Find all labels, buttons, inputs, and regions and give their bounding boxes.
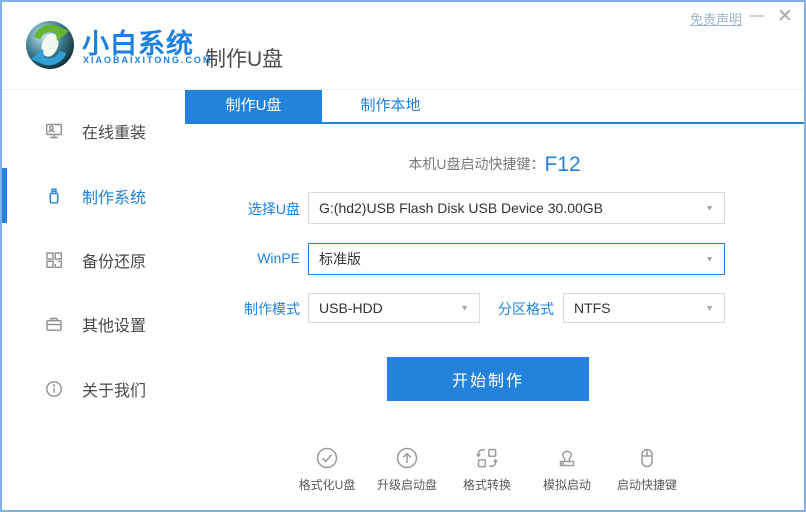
chevron-down-icon: ▼ [705, 254, 714, 264]
tool-simulate-boot[interactable]: 模拟启动 [531, 445, 603, 493]
usb-select-label: 选择U盘 [247, 201, 300, 217]
chevron-down-icon: ▼ [705, 203, 714, 213]
tool-label: 升级启动盘 [376, 478, 437, 492]
winpe-select-value: 标准版 [319, 251, 361, 267]
minimize-button[interactable]: — [749, 4, 764, 28]
start-make-button[interactable]: 开始制作 [387, 357, 589, 401]
tab-make-usb[interactable]: 制作U盘 [185, 90, 322, 122]
boot-hotkey-line: 本机U盘启动快捷键：F12 [185, 153, 804, 177]
brand-logo-icon [24, 19, 76, 71]
tool-upgrade-bootdisk[interactable]: 升级启动盘 [371, 445, 443, 493]
sidebar-item-label: 关于我们 [82, 383, 147, 400]
sidebar-item-label: 备份还原 [82, 254, 147, 271]
sidebar-item-label: 在线重装 [82, 125, 147, 142]
chevron-down-icon: ▼ [705, 303, 714, 313]
about-us-icon [44, 379, 64, 399]
disclaimer-link[interactable]: 免责声明 [690, 9, 742, 28]
footer-toolbar: 格式化U盘 升级启动盘 格式转换 模拟启动 启动快捷键 [291, 445, 683, 493]
format-usb-icon [314, 445, 340, 471]
online-reinstall-icon [44, 121, 64, 141]
format-convert-icon [474, 445, 500, 471]
upgrade-bootdisk-icon [394, 445, 420, 471]
mode-select-value: USB-HDD [319, 300, 383, 316]
backup-restore-icon [44, 250, 64, 270]
tool-boot-hotkey[interactable]: 启动快捷键 [611, 445, 683, 493]
close-button[interactable]: ✕ [777, 5, 793, 29]
mode-select-label: 制作模式 [244, 301, 300, 317]
tool-format-usb[interactable]: 格式化U盘 [291, 445, 363, 493]
tool-label: 格式化U盘 [298, 478, 356, 492]
partition-select-label: 分区格式 [498, 301, 554, 317]
boot-hotkey-icon [634, 445, 660, 471]
brand-domain: XIAOBAIXITONG.COM [83, 55, 213, 65]
sidebar-item-online-reinstall[interactable]: 在线重装 [2, 111, 185, 151]
usb-select-dropdown[interactable]: G:(hd2)USB Flash Disk USB Device 30.00GB… [308, 192, 725, 224]
simulate-boot-icon [554, 445, 580, 471]
tool-format-convert[interactable]: 格式转换 [451, 445, 523, 493]
boot-hotkey-label: 本机U盘启动快捷键： [408, 156, 545, 172]
app-window: 小白系统 XIAOBAIXITONG.COM 制作U盘 免责声明 — ✕ 在线重… [0, 0, 806, 512]
tool-label: 模拟启动 [542, 478, 591, 492]
usb-select-value: G:(hd2)USB Flash Disk USB Device 30.00GB [319, 200, 603, 216]
tabbar: 制作U盘 制作本地 [185, 90, 804, 124]
partition-select-dropdown[interactable]: NTFS ▼ [563, 293, 725, 323]
page-title: 制作U盘 [205, 48, 284, 71]
sidebar-item-label: 其他设置 [82, 318, 147, 335]
sidebar-item-backup-restore[interactable]: 备份还原 [2, 240, 185, 280]
sidebar-item-label: 制作系统 [82, 190, 147, 207]
tool-label: 格式转换 [462, 478, 511, 492]
tab-make-local[interactable]: 制作本地 [322, 90, 459, 122]
sidebar-item-about-us[interactable]: 关于我们 [2, 369, 185, 409]
sidebar-item-make-system[interactable]: 制作系统 [2, 176, 185, 216]
boot-hotkey-value: F12 [544, 153, 581, 176]
partition-select-value: NTFS [574, 300, 611, 316]
winpe-select-label: WinPE [257, 250, 300, 266]
other-settings-icon [44, 314, 64, 334]
usb-drive-icon [44, 186, 64, 206]
tool-label: 启动快捷键 [616, 478, 677, 492]
sidebar-item-other-settings[interactable]: 其他设置 [2, 304, 185, 344]
winpe-select-dropdown[interactable]: 标准版 ▼ [308, 243, 725, 275]
